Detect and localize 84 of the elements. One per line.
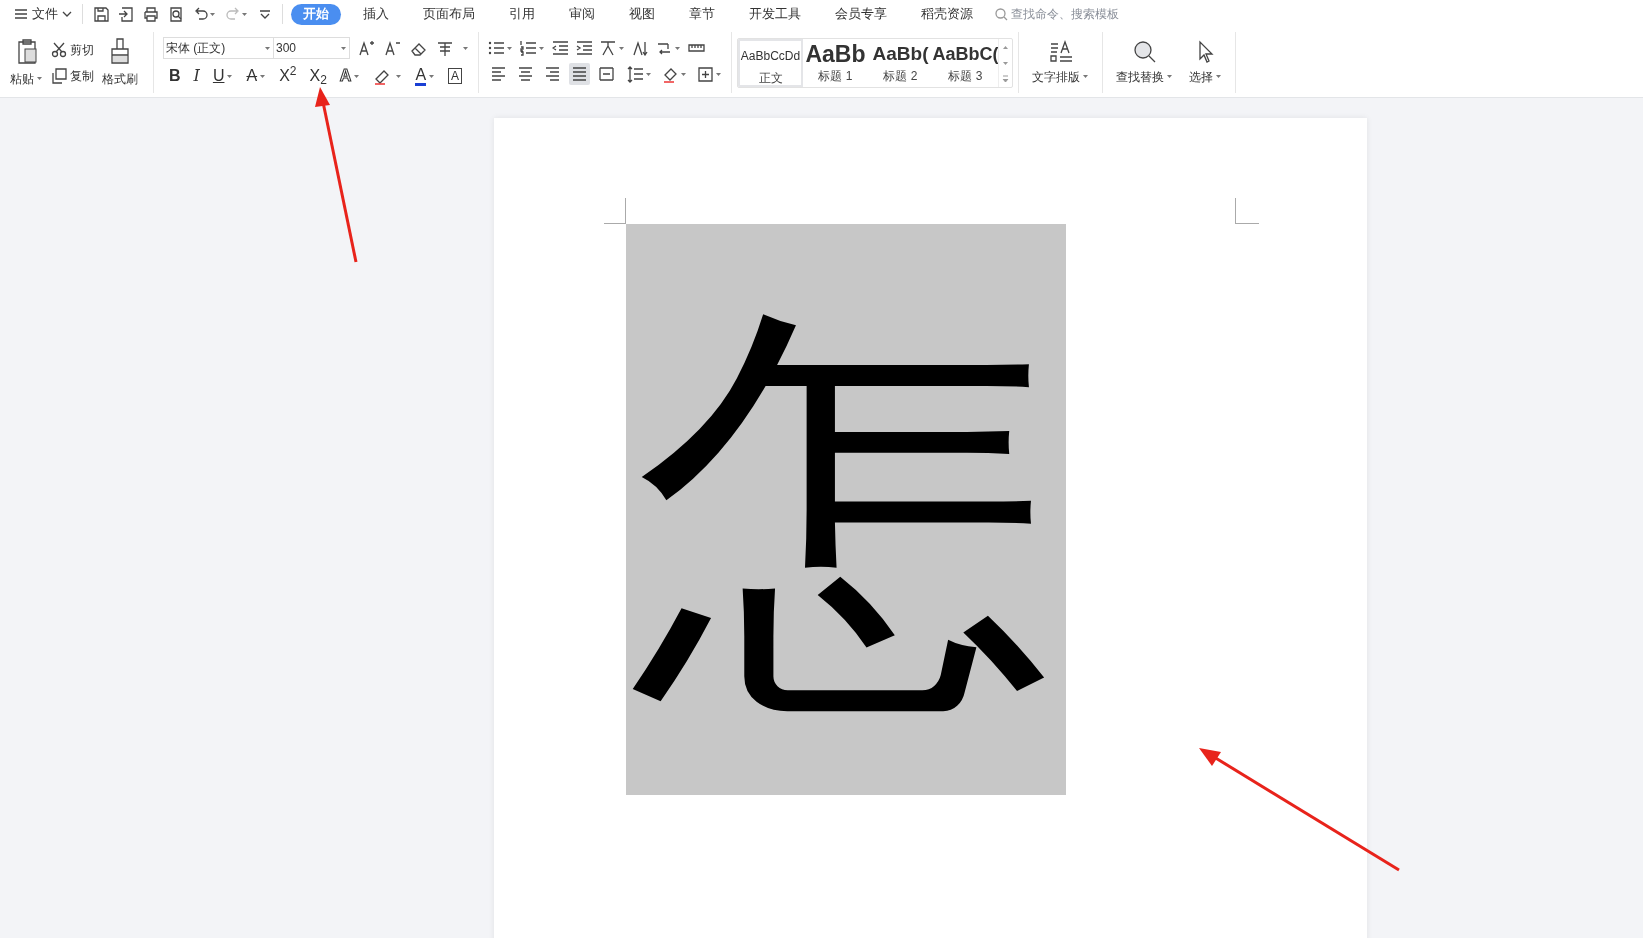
caret-icon [674,45,681,51]
format-painter-button[interactable]: 格式刷 [102,37,138,88]
text-layout-icon [1048,39,1073,64]
caret-icon [395,73,403,79]
shrink-font-icon[interactable] [384,39,402,57]
search-icon [995,7,1008,21]
style-option[interactable]: AaBbC( 标题 3 [933,38,998,87]
cut-button[interactable]: 剪切 [51,40,94,59]
caret-icon [259,73,267,79]
caret-icon [1082,74,1089,79]
increase-indent-icon[interactable] [576,40,593,56]
caret-icon [715,71,722,77]
bold-button[interactable]: B [169,64,181,88]
style-preview: AaBb [805,40,866,67]
underline-button[interactable]: U [212,64,225,88]
caret-icon [618,45,625,51]
brush-icon [110,37,130,64]
style-name: 标题 2 [883,67,918,85]
style-option[interactable]: AaBbCcDd 正文 [738,38,803,87]
caret-icon [538,45,545,51]
style-preview: AaBb( [872,41,929,66]
style-name: 标题 1 [818,67,853,85]
caret-icon [241,11,248,17]
color-button[interactable]: A [415,66,427,86]
menu-tab[interactable]: 审阅 [557,3,607,25]
caret-icon [428,73,436,79]
export-icon[interactable] [118,6,134,22]
menu-tab[interactable]: 插入 [351,3,401,25]
caret-icon [353,73,361,79]
chevron-down-icon [62,11,72,17]
style-name: 正文 [758,69,783,85]
caret-icon [1166,74,1173,79]
undo-icon[interactable] [193,6,209,22]
italic-button[interactable]: I [193,64,200,88]
corner-mark [1235,198,1259,224]
caret-icon [226,73,234,79]
select-button[interactable]: 选择 [1181,32,1230,93]
search-icon [1132,39,1157,64]
style-preview: AaBbCcDd [740,47,801,65]
style-option[interactable]: AaBb 标题 1 [803,38,868,87]
border-button[interactable]: A [448,68,463,84]
numbered-list-icon[interactable] [520,40,537,56]
corner-mark [604,198,626,224]
caret-icon [645,71,652,77]
grow-font-icon[interactable] [358,39,376,57]
clipboard-icon [15,37,38,64]
caret-icon [36,76,43,81]
menu-tab[interactable]: 页面布局 [411,3,487,25]
paste-button[interactable]: 粘贴 [10,37,43,88]
decrease-indent-icon[interactable] [552,40,569,56]
file-menu[interactable]: 文件 [14,4,72,24]
menu-tab[interactable]: 引用 [497,3,547,25]
search-field[interactable]: 查找命令、搜索模板 [995,5,1141,23]
bullet-list-icon[interactable] [488,40,505,56]
menu-tab[interactable]: 章节 [677,3,727,25]
text-layout-button[interactable]: 文字排版 [1024,32,1097,93]
style-option[interactable]: AaBb( 标题 2 [868,38,933,87]
copy-icon [51,67,67,84]
caret-icon [680,71,687,77]
borders-icon[interactable] [697,65,714,83]
print-preview-icon[interactable] [168,6,184,22]
sort-icon[interactable] [632,40,649,56]
justify-button[interactable] [569,63,590,85]
save-icon[interactable] [93,6,109,22]
strike-button[interactable]: A [246,64,258,88]
caret-icon [209,11,216,17]
caret-icon [506,45,513,51]
caret-icon [462,45,469,51]
menu-tab[interactable]: 视图 [617,3,667,25]
find-replace-button[interactable]: 查找替换 [1108,32,1181,93]
style-preview: AaBbC( [933,42,998,66]
subscript-button[interactable]: X$_{2}$ [309,64,327,88]
menu-icon [14,8,28,20]
style-name: 标题 3 [948,67,983,85]
line-spacing-icon[interactable] [627,65,644,83]
print-icon[interactable] [143,6,159,22]
caret-icon [1215,74,1222,79]
menu-tab[interactable]: 稻壳资源 [909,3,985,25]
menu-tab[interactable]: 开发工具 [737,3,813,25]
superscript-button[interactable]: X$^{2}$ [279,64,297,88]
scissors-icon [51,41,67,58]
menu-tab[interactable]: 会员专享 [823,3,899,25]
copy-button[interactable]: 复制 [51,66,94,85]
line-break-icon[interactable] [656,40,673,56]
